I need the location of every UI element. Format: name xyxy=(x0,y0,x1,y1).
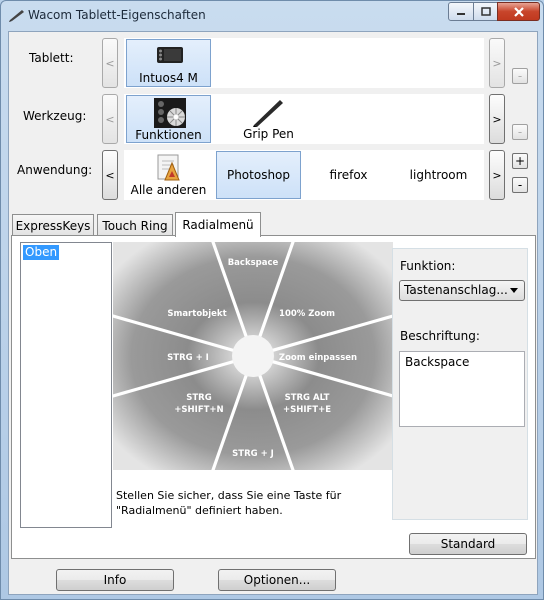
info-button[interactable]: Info xyxy=(56,569,174,591)
radial-segment-line: +SHIFT+N xyxy=(174,405,223,415)
application-label: Anwendung: xyxy=(17,163,93,177)
radial-segment-label: 100% Zoom xyxy=(279,309,335,319)
plus-icon: + xyxy=(514,154,526,168)
radial-segment-label: Smartobjekt xyxy=(167,309,226,319)
application-item-label: Alle anderen xyxy=(130,183,207,197)
menu-level-list[interactable]: Oben xyxy=(20,242,112,528)
minus-icon: - xyxy=(517,125,523,139)
dialog-client-area: Tablett: < Intuos4 M > - Werkzeug: < Fun… xyxy=(8,31,538,595)
radial-segment-label: STRG + J xyxy=(232,449,274,459)
functions-icon xyxy=(154,98,186,128)
tab-touch-ring[interactable]: Touch Ring xyxy=(97,214,173,236)
tab-label: Touch Ring xyxy=(102,218,168,233)
application-item-all-others[interactable]: Alle anderen xyxy=(126,151,211,199)
tablet-label: Tablett: xyxy=(29,51,74,65)
application-prev-button[interactable]: < xyxy=(102,150,118,200)
prev-arrow-icon: < xyxy=(105,168,115,182)
tool-next-button[interactable]: > xyxy=(489,94,505,144)
tablet-item-intuos4[interactable]: Intuos4 M xyxy=(126,39,211,87)
tab-radial-menu[interactable]: Radialmenü xyxy=(175,212,261,237)
next-arrow-icon: > xyxy=(492,112,502,126)
tab-label: ExpressKeys xyxy=(15,218,91,233)
prev-arrow-icon: < xyxy=(105,56,115,70)
remove-tablet-button[interactable]: - xyxy=(512,68,528,84)
radial-menu-wheel: Backspace 100% Zoom Zoom einpassen STRG … xyxy=(113,242,393,470)
properties-group: Funktion: Tastenanschlag... Beschriftung… xyxy=(392,248,528,520)
radial-menu-panel: Oben Backspace 100% Zoom Zoom einpassen … xyxy=(11,235,536,559)
minimize-button[interactable] xyxy=(448,2,474,21)
function-dropdown[interactable]: Tastenanschlag... xyxy=(399,280,525,301)
close-button[interactable] xyxy=(497,2,540,21)
button-label: Info xyxy=(103,573,127,587)
tablet-icon xyxy=(157,47,183,63)
radial-segment-label: STRG + I xyxy=(167,353,209,363)
application-item-lightroom[interactable]: lightroom xyxy=(396,151,481,199)
close-icon xyxy=(513,6,524,17)
tab-label: Radialmenü xyxy=(182,218,254,232)
window-title: Wacom Tablett-Eigenschaften xyxy=(28,8,206,22)
tool-prev-button[interactable]: < xyxy=(102,94,118,144)
application-next-button[interactable]: > xyxy=(489,150,505,200)
remove-application-button[interactable]: - xyxy=(512,177,528,193)
caption-label: Beschriftung: xyxy=(400,329,480,343)
tool-item-grip-pen[interactable]: Grip Pen xyxy=(226,95,311,143)
radial-menu-notice: Stellen Sie sicher, dass Sie eine Taste … xyxy=(116,489,342,517)
pen-icon xyxy=(253,100,283,127)
next-arrow-icon: > xyxy=(492,56,502,70)
tablet-next-button[interactable]: > xyxy=(489,38,505,88)
radial-segment-line: STRG xyxy=(186,393,211,403)
maximize-icon xyxy=(480,7,491,16)
minus-icon: - xyxy=(517,69,523,83)
function-value: Tastenanschlag... xyxy=(404,283,508,297)
radial-segment-label: Backspace xyxy=(228,258,279,268)
app-window: Wacom Tablett-Eigenschaften Tablett: < I… xyxy=(0,0,544,600)
tool-strip: Funktionen Grip Pen xyxy=(124,94,484,144)
tool-item-functions[interactable]: Funktionen xyxy=(126,95,211,143)
caption-value: Backspace xyxy=(405,355,470,369)
minus-icon: - xyxy=(517,178,523,192)
wacom-pen-icon xyxy=(9,10,24,22)
tab-expresskeys[interactable]: ExpressKeys xyxy=(12,214,94,236)
prev-arrow-icon: < xyxy=(105,112,115,126)
remove-tool-button[interactable]: - xyxy=(512,124,528,140)
application-item-photoshop[interactable]: Photoshop xyxy=(216,151,301,199)
application-strip: Alle anderen Photoshop firefox lightroom xyxy=(124,150,484,200)
title-bar: Wacom Tablett-Eigenschaften xyxy=(1,1,543,31)
list-item[interactable]: Oben xyxy=(23,245,60,260)
application-item-label: firefox xyxy=(329,168,368,182)
tablet-item-label: Intuos4 M xyxy=(139,71,198,85)
application-item-firefox[interactable]: firefox xyxy=(306,151,391,199)
function-label: Funktion: xyxy=(400,259,456,273)
minimize-icon xyxy=(457,12,465,15)
radial-segment-line: +SHIFT+E xyxy=(283,405,331,415)
button-label: Optionen... xyxy=(243,573,311,587)
standard-button[interactable]: Standard xyxy=(409,533,527,555)
tablet-strip: Intuos4 M xyxy=(124,38,484,88)
maximize-button[interactable] xyxy=(473,2,498,21)
radial-segment-line: STRG ALT xyxy=(285,393,330,403)
tool-label: Werkzeug: xyxy=(23,109,87,123)
application-item-label: lightroom xyxy=(409,168,468,182)
tool-item-label: Grip Pen xyxy=(243,127,294,141)
chevron-down-icon xyxy=(510,288,518,293)
options-button[interactable]: Optionen... xyxy=(218,569,336,591)
button-label: Standard xyxy=(440,537,496,551)
add-application-button[interactable]: + xyxy=(512,153,528,169)
application-item-label: Photoshop xyxy=(226,168,291,182)
radial-segment-label: Zoom einpassen xyxy=(279,353,357,363)
tablet-prev-button[interactable]: < xyxy=(102,38,118,88)
tool-item-label: Funktionen xyxy=(135,128,202,142)
caption-input[interactable]: Backspace xyxy=(399,351,525,427)
all-applications-icon xyxy=(157,154,180,181)
next-arrow-icon: > xyxy=(492,168,502,182)
